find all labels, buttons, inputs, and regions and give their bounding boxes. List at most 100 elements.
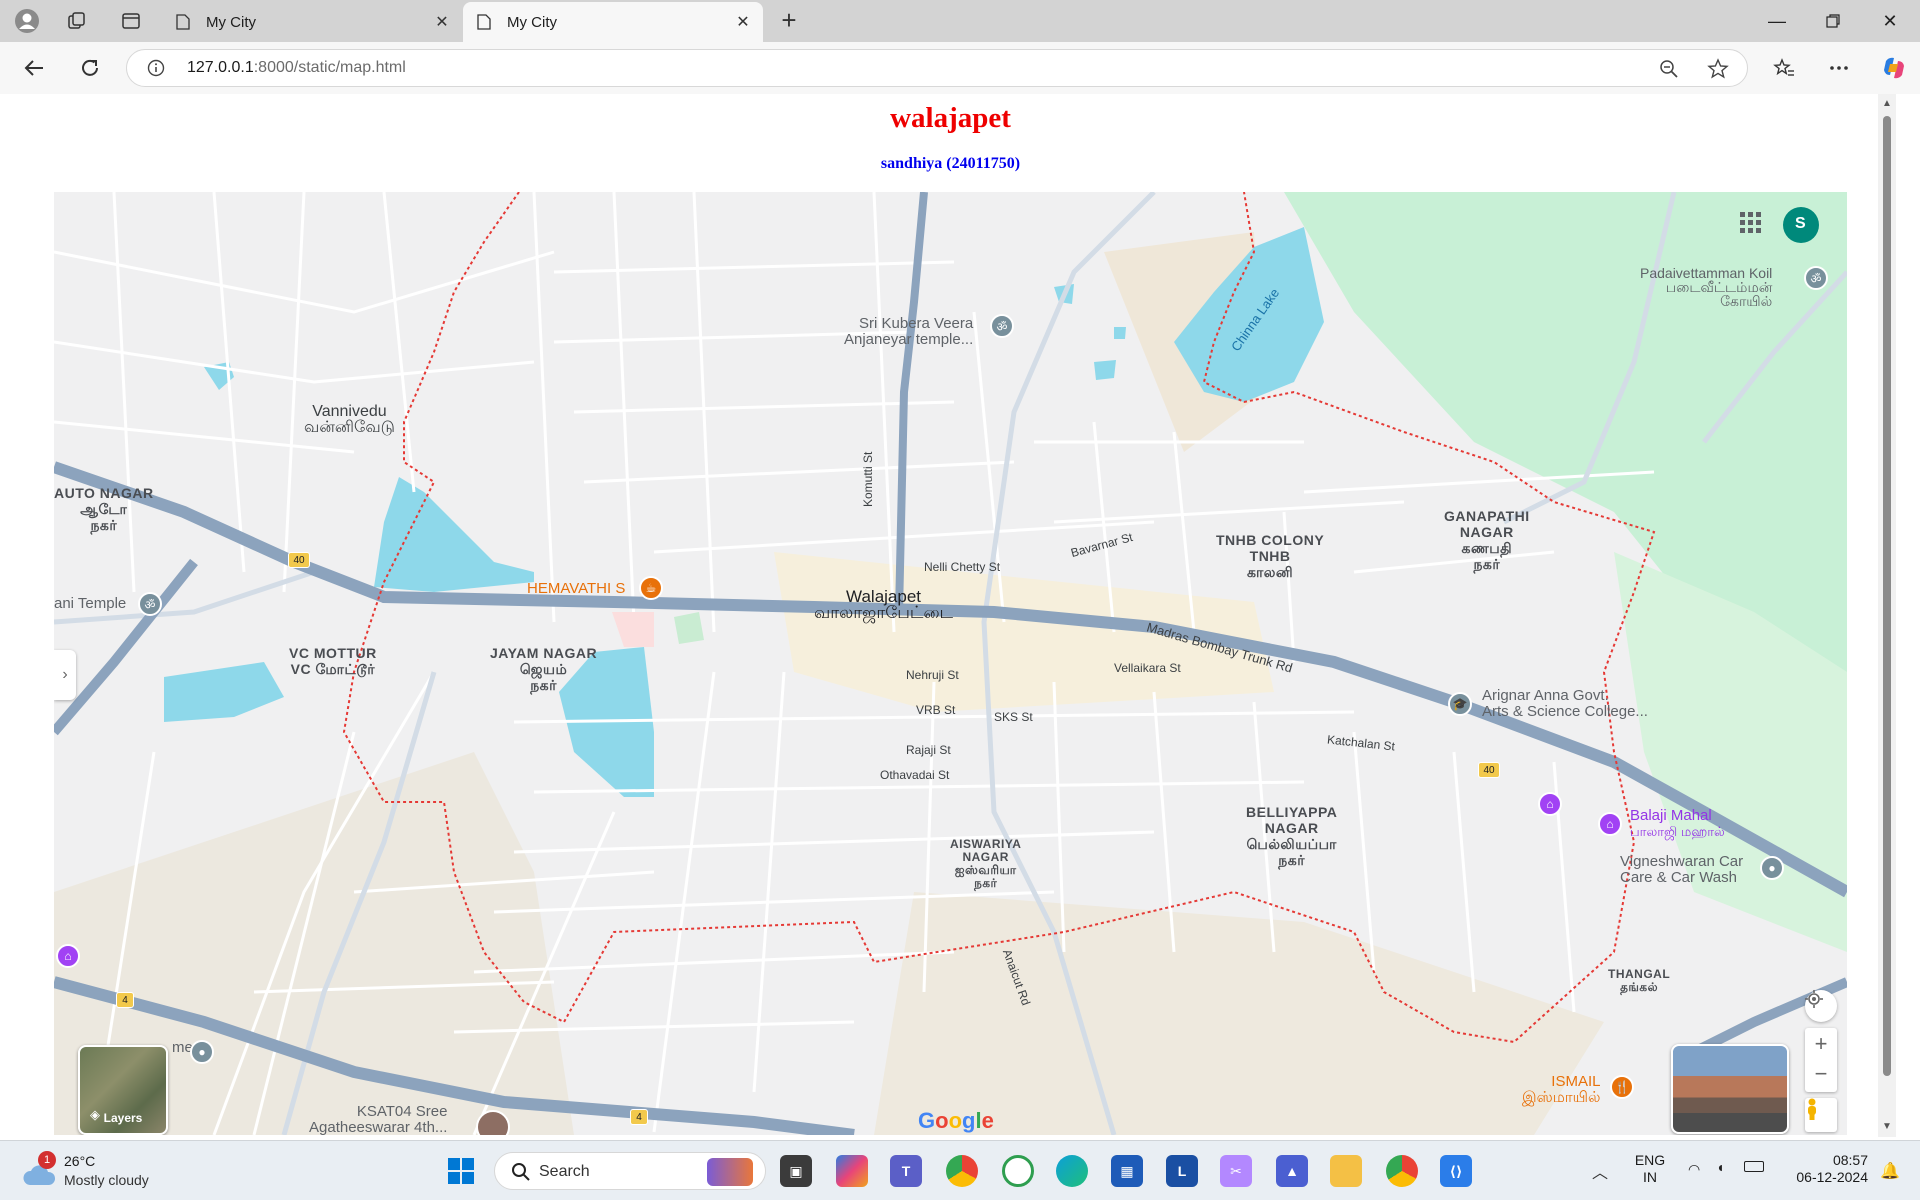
area-label-jayam-nagar: JAYAM NAGAR ஜெயம் நகர் — [490, 645, 598, 693]
copilot-icon[interactable] — [1880, 54, 1908, 82]
refresh-icon[interactable] — [76, 54, 104, 82]
poi-arignar-anna-college[interactable]: Arignar Anna Govt. Arts & Science College… — [1482, 688, 1648, 720]
poi-ksat04-agatheeswarar[interactable]: KSAT04 Sree Agatheeswarar 4th... — [309, 1104, 447, 1136]
poi-vigneshwaran-car-care[interactable]: Vigneshwaran Car Care & Car Wash — [1620, 854, 1743, 886]
notification-bell-icon[interactable]: 🔔 — [1880, 1161, 1900, 1181]
tab-my-city-1[interactable]: My City ✕ — [162, 2, 462, 42]
street-label: Vellaikara St — [1114, 661, 1181, 675]
close-window-button[interactable]: ✕ — [1870, 8, 1910, 34]
street-label: Othavadai St — [880, 768, 950, 782]
poi-balaji-mahal[interactable]: Balaji Mahal பாலாஜி மஹால் — [1630, 808, 1725, 840]
chrome-profile-icon[interactable] — [1386, 1155, 1418, 1187]
poi-padaivettamman-koil[interactable]: Padaivettamman Koil படைவீட்டம்மன் கோயில் — [1640, 266, 1772, 308]
task-view-icon[interactable]: ▣ — [780, 1155, 812, 1187]
om-icon[interactable]: ॐ — [990, 314, 1014, 338]
wifi-icon[interactable]: ◠ — [1688, 1161, 1700, 1178]
app-triangle-icon[interactable]: ▲ — [1276, 1155, 1308, 1187]
back-icon[interactable] — [20, 54, 48, 82]
pin-icon[interactable]: ● — [190, 1040, 214, 1064]
profile-icon[interactable] — [14, 8, 40, 34]
street-label: VRB St — [916, 703, 956, 717]
hall-icon[interactable]: ⌂ — [56, 944, 80, 968]
tab-title: My City — [206, 13, 256, 31]
vscode-icon[interactable]: ⟨⟩ — [1440, 1155, 1472, 1187]
poi-ismail[interactable]: ISMAIL இஸ்மாயில் — [1522, 1074, 1600, 1106]
my-location-button[interactable] — [1805, 990, 1837, 1022]
site-info-icon[interactable] — [147, 59, 165, 82]
om-icon[interactable]: ॐ — [138, 592, 162, 616]
chevron-up-icon[interactable]: ︿ — [1592, 1159, 1608, 1183]
favorites-icon[interactable] — [1770, 54, 1798, 82]
close-tab-icon[interactable]: ✕ — [733, 12, 753, 32]
vertical-tabs-icon[interactable] — [118, 8, 144, 34]
restore-button[interactable] — [1813, 8, 1853, 34]
zoom-out-button[interactable]: − — [1815, 1060, 1828, 1092]
search-icon — [512, 1163, 530, 1181]
hall-icon[interactable]: ⌂ — [1598, 812, 1622, 836]
app-ring-icon[interactable] — [1002, 1155, 1034, 1187]
cafe-icon[interactable]: ☕ — [639, 576, 663, 600]
browser-toolbar: 127.0.0.1:8000/static/map.html — [0, 42, 1920, 94]
favorite-star-icon[interactable] — [1707, 58, 1729, 85]
language-indicator[interactable]: ENG IN — [1630, 1152, 1670, 1186]
close-tab-icon[interactable]: ✕ — [432, 12, 452, 32]
street-label: Rajaji St — [906, 743, 951, 757]
document-icon — [176, 14, 190, 34]
url-text[interactable]: 127.0.0.1:8000/static/map.html — [187, 59, 406, 77]
street-view-thumbnail[interactable] — [1671, 1044, 1789, 1134]
teams-icon[interactable]: T — [890, 1155, 922, 1187]
pegman-button[interactable] — [1805, 1098, 1837, 1132]
search-label: Search — [539, 1163, 590, 1180]
om-icon[interactable]: ॐ — [1804, 266, 1828, 290]
layers-button[interactable]: ◈ Layers — [78, 1045, 168, 1135]
more-menu-icon[interactable] — [1825, 54, 1853, 82]
tab-my-city-2[interactable]: My City ✕ — [463, 2, 763, 42]
area-label-thangal: THANGAL தங்கல் — [1608, 967, 1671, 994]
battery-icon[interactable] — [1744, 1161, 1764, 1172]
start-button[interactable] — [445, 1155, 477, 1187]
workspaces-icon[interactable] — [64, 8, 90, 34]
copilot-app-icon[interactable] — [836, 1155, 868, 1187]
page-subtitle: sandhiya (24011750) — [880, 155, 1021, 172]
road-shield: 4 — [630, 1109, 648, 1125]
linkedin-learning-icon[interactable]: L — [1166, 1155, 1198, 1187]
new-tab-button[interactable]: + — [775, 7, 803, 35]
hall-icon[interactable]: ⌂ — [1538, 792, 1562, 816]
volume-icon[interactable]: ◖ — [1716, 1159, 1724, 1175]
weather-badge: 1 — [38, 1151, 56, 1169]
poi-hemavathi[interactable]: HEMAVATHI S — [527, 581, 625, 597]
map-view[interactable]: S 40 40 4 4 Walajapet வாலாஜாபேட்டை Vanni… — [54, 192, 1847, 1135]
address-bar[interactable]: 127.0.0.1:8000/static/map.html — [126, 49, 1748, 87]
clock[interactable]: 08:57 06-12-2024 — [1778, 1152, 1868, 1186]
poi-sri-kubera-temple[interactable]: Sri Kubera Veera Anjaneyar temple... — [844, 316, 973, 348]
zoom-controls: + − — [1805, 1028, 1837, 1092]
account-avatar[interactable]: S — [1795, 215, 1806, 233]
poi-temple[interactable]: ani Temple — [54, 596, 126, 612]
weather-widget[interactable]: 1 26°C Mostly cloudy — [20, 1151, 170, 1193]
store-icon[interactable]: ▦ — [1111, 1155, 1143, 1187]
zoom-in-button[interactable]: + — [1815, 1028, 1828, 1060]
taskbar-search[interactable]: Search — [494, 1152, 766, 1190]
restaurant-icon[interactable]: 🍴 — [1610, 1075, 1634, 1099]
pin-icon[interactable]: ● — [1760, 856, 1784, 880]
page-scrollbar[interactable]: ▲ ▼ — [1878, 94, 1896, 1137]
street-label: Nelli Chetty St — [924, 560, 1001, 574]
edge-icon[interactable] — [1056, 1155, 1088, 1187]
street-label: SKS St — [994, 710, 1033, 724]
area-label-belliyappa-nagar: BELLIYAPPA NAGAR பெல்லியப்பா நகர் — [1246, 804, 1338, 868]
town-label: Walajapet வாலாஜாபேட்டை — [814, 587, 954, 622]
document-icon — [477, 14, 491, 34]
minimize-button[interactable]: — — [1757, 8, 1797, 34]
snipping-tool-icon[interactable]: ✂ — [1220, 1155, 1252, 1187]
crosshair-icon — [1805, 990, 1823, 1008]
school-icon[interactable]: 🎓 — [1448, 692, 1472, 716]
chrome-icon[interactable] — [946, 1155, 978, 1187]
page-title: walajapet — [890, 102, 1011, 134]
file-explorer-icon[interactable] — [1330, 1155, 1362, 1187]
street-label: Komutti St — [861, 451, 875, 507]
scrollbar-thumb[interactable] — [1883, 116, 1891, 1076]
area-label-aiswariya-nagar: AISWARIYA NAGAR ஐஸ்வரியா நகர் — [950, 837, 1022, 890]
weather-temp: 26°C — [64, 1153, 96, 1169]
expand-side-panel-button[interactable]: › — [54, 650, 76, 700]
zoom-out-icon[interactable] — [1659, 59, 1679, 84]
